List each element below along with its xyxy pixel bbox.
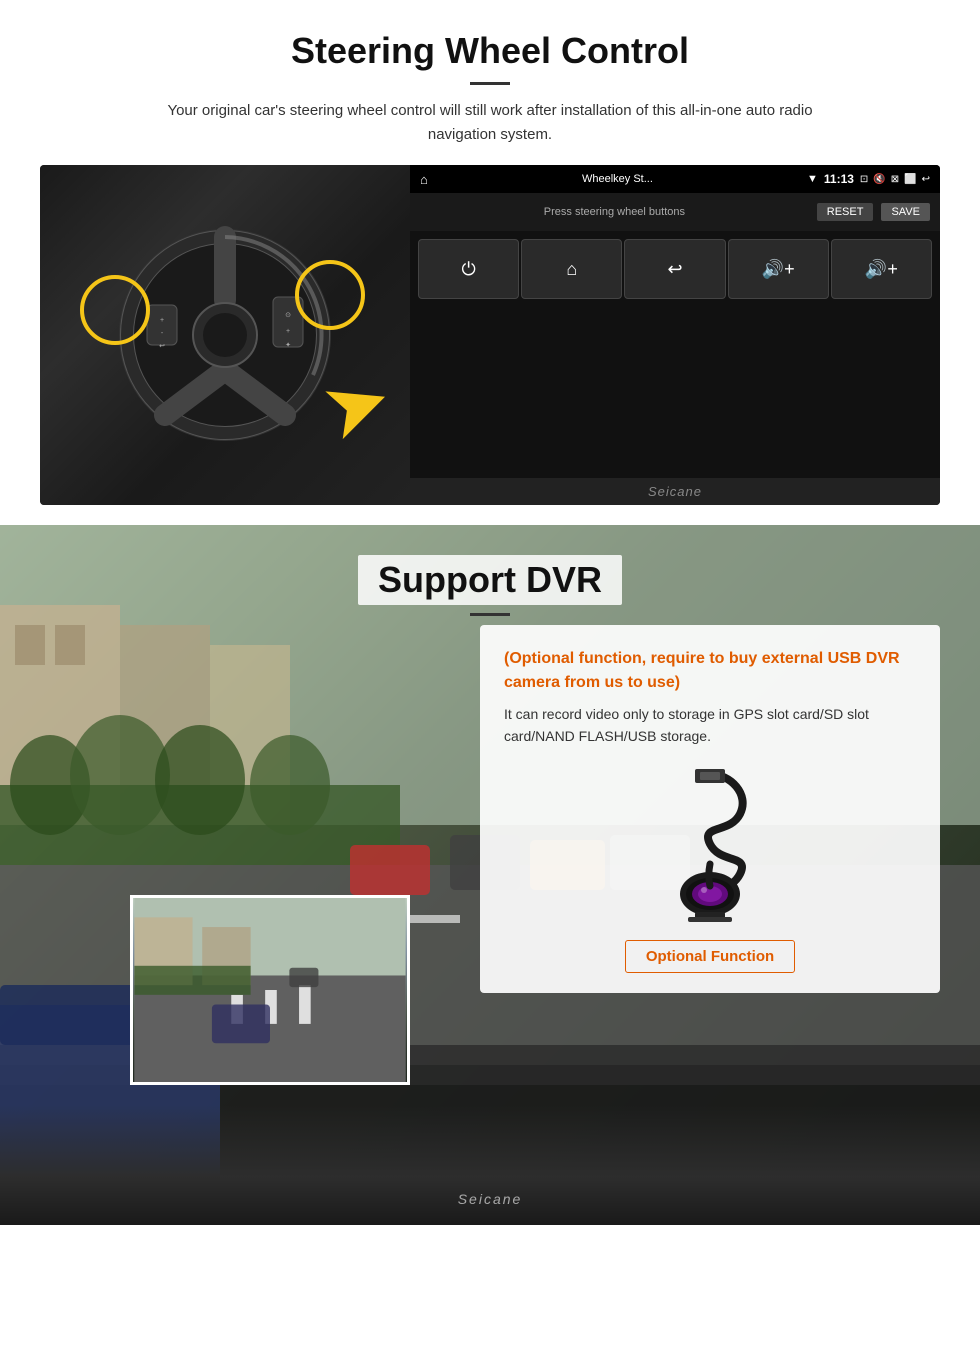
dvr-thumbnail <box>130 895 410 1085</box>
svg-text:+: + <box>286 328 290 335</box>
hu-vol-up-btn[interactable]: 🔊+ <box>831 239 932 299</box>
wifi-icon: ▼ <box>807 173 818 185</box>
back-icon: ↩ <box>922 174 930 185</box>
dvr-thumbnail-svg <box>133 898 407 1082</box>
optional-function-badge: Optional Function <box>625 940 795 973</box>
optional-function-area: Optional Function <box>504 934 916 973</box>
dvr-description: It can record video only to storage in G… <box>504 703 916 748</box>
steering-composite-image: + - ↩ ⊙ + ✦ ➤ ⌂ Wheelkey St... ▼ 11:1 <box>40 165 940 505</box>
hu-power-btn[interactable]: ⏻ <box>418 239 519 299</box>
save-button[interactable]: SAVE <box>881 203 930 221</box>
toolbar-label: Press steering wheel buttons <box>420 206 809 218</box>
dvr-title-area: Support DVR <box>0 525 980 631</box>
app-name: Wheelkey St... <box>434 173 801 185</box>
home-icon: ⌂ <box>420 172 428 187</box>
dvr-title: Support DVR <box>358 555 622 605</box>
seicane-brand-steering: Seicane <box>648 484 702 499</box>
hu-home-btn[interactable]: ⌂ <box>521 239 622 299</box>
steering-title: Steering Wheel Control <box>40 30 940 72</box>
yellow-highlight-left <box>80 275 150 345</box>
seicane-brand-dvr: Seicane <box>458 1191 523 1207</box>
dvr-section: Support DVR (Optional function, require … <box>0 525 980 1225</box>
svg-text:✦: ✦ <box>285 341 291 349</box>
headunit-buttons-grid: ⏻ ⌂ ↩ 🔊+ 🔊+ <box>410 231 940 478</box>
headunit-toolbar: Press steering wheel buttons RESET SAVE <box>410 193 940 231</box>
svg-text:⊙: ⊙ <box>285 312 291 319</box>
steering-wheel-photo: + - ↩ ⊙ + ✦ ➤ <box>40 165 410 505</box>
hu-back-btn[interactable]: ↩ <box>624 239 725 299</box>
dvr-divider <box>470 613 510 616</box>
status-icons: ⊡ 🔇 ⊠ ⬜ ↩ <box>860 174 930 185</box>
camera-icon: ⊡ <box>860 174 868 185</box>
steering-section: Steering Wheel Control Your original car… <box>0 0 980 525</box>
svg-text:↩: ↩ <box>159 343 165 350</box>
close-icon: ⊠ <box>891 174 899 185</box>
volume-icon: 🔇 <box>873 174 885 185</box>
dashboard-strip <box>0 1105 980 1225</box>
screen-icon: ⬜ <box>904 174 916 185</box>
dvr-camera-illustration <box>600 764 820 924</box>
yellow-highlight-right <box>295 260 365 330</box>
status-time: 11:13 <box>824 172 854 186</box>
steering-wheel-svg: + - ↩ ⊙ + ✦ <box>105 215 345 455</box>
steering-divider <box>470 82 510 85</box>
steering-desc: Your original car's steering wheel contr… <box>140 99 840 147</box>
reset-button[interactable]: RESET <box>817 203 874 221</box>
hu-vol-down-btn[interactable]: 🔊+ <box>728 239 829 299</box>
dvr-camera-svg <box>600 764 820 924</box>
headunit-footer: Seicane <box>410 478 940 505</box>
svg-text:+: + <box>160 317 164 324</box>
dvr-info-card: (Optional function, require to buy exter… <box>480 625 940 993</box>
dvr-optional-text: (Optional function, require to buy exter… <box>504 647 916 695</box>
headunit-statusbar: ⌂ Wheelkey St... ▼ 11:13 ⊡ 🔇 ⊠ ⬜ ↩ <box>410 165 940 193</box>
headunit-ui: ⌂ Wheelkey St... ▼ 11:13 ⊡ 🔇 ⊠ ⬜ ↩ Press… <box>410 165 940 505</box>
